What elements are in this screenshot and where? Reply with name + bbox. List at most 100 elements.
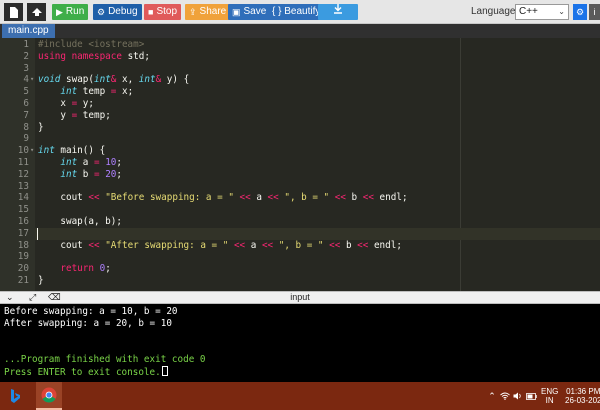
code-editor[interactable]: 1 #include <iostream> 2 using namespace std… — [0, 38, 600, 291]
code-line: int temp = x; — [38, 86, 133, 98]
fold-toggle-icon[interactable]: ▾ — [30, 74, 34, 86]
active-line-highlight — [35, 227, 600, 240]
line-number: 18 — [17, 239, 29, 251]
code-token: ; — [116, 157, 123, 168]
line-number: 2 — [23, 50, 29, 62]
code-token: << — [357, 239, 369, 251]
file-tab-bar: main.cpp — [0, 24, 600, 38]
code-token: } — [38, 275, 44, 286]
bing-icon[interactable] — [0, 382, 30, 410]
line-number: 15 — [17, 204, 29, 216]
line-number: 6 — [23, 98, 29, 109]
console-line: After swapping: a = 20, b = 10 — [4, 318, 172, 330]
line-number: 12 — [17, 168, 29, 180]
code-token: "Before swapping: a = " — [105, 192, 234, 204]
code-line: swap(a, b); — [38, 216, 122, 228]
console-cursor — [161, 366, 168, 376]
code-token: << — [88, 192, 100, 204]
code-token: endl; — [373, 192, 408, 204]
save-button[interactable]: ▣ Save — [228, 4, 271, 20]
code-token: << — [329, 239, 341, 251]
share-icon: ⇪ — [189, 7, 197, 17]
line-number: 14 — [17, 192, 29, 204]
code-token: b — [77, 168, 94, 180]
code-token: #include <iostream> — [38, 39, 145, 50]
code-token: x; — [116, 86, 134, 98]
download-button[interactable] — [318, 4, 358, 20]
fold-toggle-icon[interactable]: ▾ — [30, 145, 34, 157]
language-label: Language — [471, 6, 516, 17]
wifi-icon[interactable] — [499, 382, 511, 410]
tab-main-cpp[interactable]: main.cpp — [2, 24, 55, 38]
console-line: Press ENTER to exit console. — [4, 366, 168, 378]
code-token: swap( — [66, 74, 94, 86]
debug-button[interactable]: ⚙ Debug — [93, 4, 142, 20]
code-token: a — [77, 157, 94, 168]
code-line: int a = 10; — [38, 157, 122, 169]
code-token: endl; — [368, 239, 402, 251]
collapse-chevron-icon[interactable]: ⌄ — [6, 292, 14, 303]
line-number: 8 — [23, 121, 29, 133]
code-token: int — [138, 74, 156, 86]
code-line: return 0; — [38, 263, 110, 275]
code-token: void — [38, 74, 66, 86]
code-token: ", b = " — [278, 239, 324, 251]
code-token: cout — [38, 192, 89, 204]
line-number: 5 — [23, 86, 29, 98]
settings-icon[interactable]: ⚙ — [573, 4, 587, 20]
code-token: << — [362, 192, 374, 204]
code-token: "After swapping: a = " — [105, 239, 229, 251]
code-token: b — [345, 192, 363, 204]
play-icon: ▶ — [56, 7, 63, 17]
code-token: main() { — [54, 145, 106, 157]
code-token: int — [38, 145, 55, 157]
save-icon: ▣ — [232, 7, 241, 17]
download-icon — [333, 4, 343, 20]
language-select[interactable]: C++ ⌄ — [515, 4, 569, 20]
toolbar: ▶ Run ⚙ Debug ■ Stop ⇪ Share ▣ Save { } Beaut… — [0, 0, 600, 24]
info-icon[interactable]: i — [589, 4, 600, 20]
windows-taskbar: ⌃ ENG IN 01:36 PM 26-03-202 — [0, 382, 600, 410]
code-token: ; — [116, 168, 123, 180]
volume-icon[interactable] — [512, 382, 524, 410]
code-token: temp — [77, 86, 111, 98]
upload-icon[interactable] — [27, 3, 46, 21]
line-number: 9 — [23, 133, 29, 145]
run-button[interactable]: ▶ Run — [52, 4, 89, 20]
console-header: ⌄ ⤢ ⌫ input — [0, 291, 600, 304]
code-token: << — [334, 192, 346, 204]
code-token: << — [261, 239, 274, 251]
text-caret — [37, 227, 38, 240]
code-line: int main() { — [38, 145, 105, 157]
line-number: 7 — [23, 109, 29, 121]
beautify-button[interactable]: { } Beautify — [268, 4, 325, 20]
line-number: 10 — [17, 145, 29, 157]
code-token: a — [250, 192, 268, 204]
line-number: 20 — [17, 263, 29, 275]
battery-icon[interactable] — [525, 382, 537, 410]
line-number: 19 — [17, 251, 29, 263]
code-token: return — [60, 263, 94, 275]
line-number: 17 — [17, 227, 29, 239]
code-token: 10 — [105, 157, 117, 168]
clear-console-icon[interactable]: ⌫ — [48, 292, 61, 303]
input-language-indicator[interactable]: ENG IN — [541, 387, 558, 405]
code-token: << — [88, 239, 100, 251]
console-output[interactable]: Before swapping: a = 10, b = 20 After swa… — [0, 304, 600, 382]
print-margin — [460, 38, 461, 291]
console-line: Before swapping: a = 10, b = 20 — [4, 306, 178, 318]
code-token: << — [239, 192, 251, 204]
code-token: << — [233, 239, 246, 251]
expand-icon[interactable]: ⤢ — [29, 292, 36, 303]
chrome-icon[interactable] — [36, 382, 62, 410]
chevron-up-icon[interactable]: ⌃ — [487, 382, 497, 410]
code-token: b — [340, 239, 358, 251]
system-clock[interactable]: 01:36 PM 26-03-202 — [565, 387, 600, 405]
share-button[interactable]: ⇪ Share — [185, 4, 231, 20]
new-file-icon[interactable] — [4, 3, 23, 21]
code-line: #include <iostream> — [38, 39, 144, 51]
stop-button[interactable]: ■ Stop — [144, 4, 182, 20]
